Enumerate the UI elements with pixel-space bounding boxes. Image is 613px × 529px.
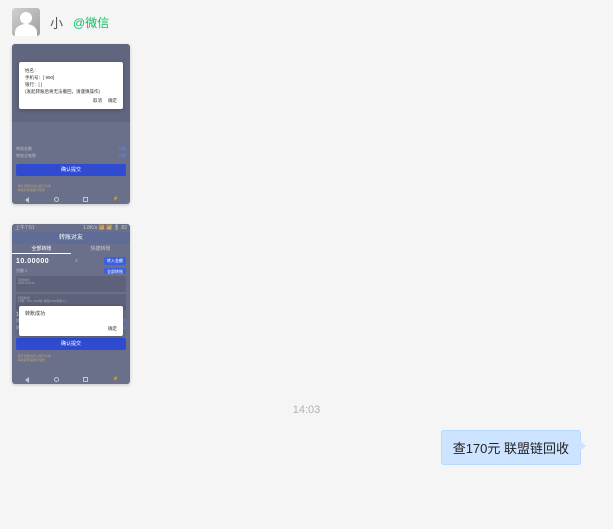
tab-quick[interactable]: 快捷转账 <box>71 244 130 254</box>
home-icon[interactable] <box>54 377 59 382</box>
back-icon[interactable] <box>25 377 29 383</box>
dialog-confirm-button[interactable]: 确定 <box>108 98 117 104</box>
message-timestamp: 14:03 <box>12 404 601 416</box>
status-icons: 1.8K/s 📶 📶 🔋 82 <box>83 224 127 232</box>
confirm-dialog: 姓名： 手机号：[ 990] 银行：[ ] (发起转账后将无法撤回，请谨慎操作)… <box>19 62 123 109</box>
dialog-line: 银行：[ ] <box>25 81 117 88</box>
home-icon[interactable] <box>54 197 59 202</box>
balance-amount: 10.00000 <box>16 258 49 265</box>
field-value: 16笔 - 100 (100笔) 每笔1000转账1人 <box>18 299 67 303</box>
submit-button[interactable]: 确认提交 <box>16 338 126 350</box>
recents-icon[interactable] <box>83 197 88 202</box>
back-icon[interactable] <box>25 197 29 203</box>
dialog-confirm-button[interactable]: 确定 <box>108 326 117 331</box>
unit-label: 人 <box>72 257 82 265</box>
tab-all[interactable]: 全部转账 <box>12 244 71 254</box>
phone-statusbar: 上午7:51 1.8K/s 📶 📶 🔋 82 <box>12 224 130 232</box>
form-row: 转账地址 8901224139 <box>16 276 126 292</box>
deposit-button[interactable]: 转入金额 <box>104 257 126 265</box>
outgoing-message-row: 查170元 联盟链回收 <box>12 430 601 465</box>
screen-title: 转账对友 <box>12 232 130 244</box>
wechat-tag: @微信 <box>73 14 109 31</box>
dialog-line: (发起转账后将无法撤回，请谨慎操作) <box>25 88 117 95</box>
tip-text: · 每笔转账需要手续费 <box>16 358 126 362</box>
chat-header: 小 @微信 <box>0 0 613 44</box>
success-dialog: 转账成功 确定 <box>19 306 123 336</box>
dialog-line: 手机号：[ 990] <box>25 74 117 81</box>
submit-button[interactable]: 确认提交 <box>16 164 126 176</box>
fee-total-value: 0/笔 <box>119 153 126 160</box>
dialog-cancel-button[interactable]: 取消 <box>93 98 102 104</box>
fee-rate-value: 0/笔 <box>119 146 126 153</box>
image-message-2[interactable]: 上午7:51 1.8K/s 📶 📶 🔋 82 转账对友 全部转账 快捷转账 10… <box>12 224 130 384</box>
flash-icon[interactable]: ⚡ <box>113 377 118 382</box>
balance-sub: 余额 0 <box>16 268 27 274</box>
status-time: 上午7:51 <box>15 224 35 232</box>
transfer-all-button[interactable]: 全部转账 <box>104 268 126 274</box>
tip-text: · 每笔转账需要手续费 <box>16 188 126 192</box>
dialog-title: 转账成功 <box>25 310 117 317</box>
field-value: 8901224139 <box>18 281 35 285</box>
chat-body: 姓名： 手机号：[ 990] 银行：[ ] (发起转账后将无法撤回，请谨慎操作)… <box>0 44 613 465</box>
avatar[interactable] <box>12 8 40 36</box>
contact-nickname[interactable]: 小 <box>50 13 63 32</box>
recents-icon[interactable] <box>83 377 88 382</box>
fee-total-label: 转账总笔数 <box>16 153 36 160</box>
outgoing-bubble[interactable]: 查170元 联盟链回收 <box>441 430 581 465</box>
fee-rate-label: 转账金额 <box>16 146 32 153</box>
android-navbar: ⚡ <box>12 195 130 204</box>
android-navbar: ⚡ <box>12 375 130 384</box>
flash-icon[interactable]: ⚡ <box>113 197 118 202</box>
dialog-line: 姓名： <box>25 67 117 74</box>
image-message-1[interactable]: 姓名： 手机号：[ 990] 银行：[ ] (发起转账后将无法撤回，请谨慎操作)… <box>12 44 130 204</box>
tabs: 全部转账 快捷转账 <box>12 244 130 254</box>
